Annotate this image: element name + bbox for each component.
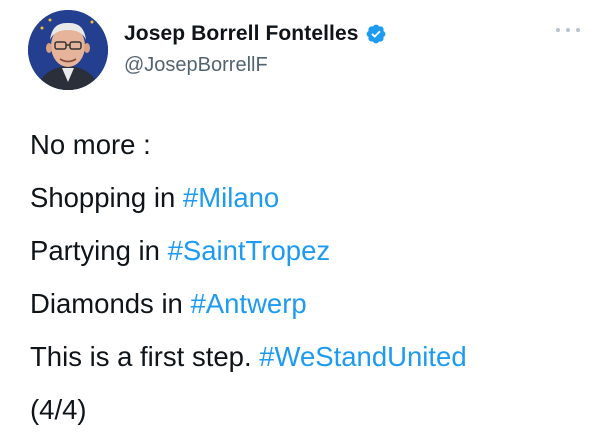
hashtag-link[interactable]: #WeStandUnited — [259, 341, 466, 372]
tweet-text: No more : Shopping in #Milano Partying i… — [30, 118, 580, 436]
tweet-line: No more : — [30, 118, 580, 171]
hashtag-link[interactable]: #Milano — [183, 182, 279, 213]
tweet-line-text: No more : — [30, 129, 151, 160]
author-info: Josep Borrell Fontelles @JosepBorrellF — [124, 20, 387, 77]
tweet-card: Josep Borrell Fontelles @JosepBorrellF N… — [0, 0, 600, 444]
tweet-line-text: Shopping in — [30, 182, 183, 213]
hashtag-link[interactable]: #SaintTropez — [168, 235, 331, 266]
tweet-line: Shopping in #Milano — [30, 171, 580, 224]
verified-badge-icon — [365, 23, 387, 45]
display-name-row: Josep Borrell Fontelles — [124, 20, 387, 48]
avatar[interactable] — [28, 10, 108, 90]
hashtag-link[interactable]: #Antwerp — [191, 288, 307, 319]
tweet-line-text: This is a first step. — [30, 341, 260, 372]
tweet-line: This is a first step. #WeStandUnited — [30, 330, 580, 383]
tweet-line: Diamonds in #Antwerp — [30, 277, 580, 330]
tweet-line-text: Diamonds in — [30, 288, 191, 319]
more-horizontal-icon[interactable] — [556, 22, 580, 38]
display-name[interactable]: Josep Borrell Fontelles — [124, 22, 359, 46]
tweet-line: (4/4) — [30, 383, 580, 436]
tweet-header: Josep Borrell Fontelles @JosepBorrellF — [28, 10, 580, 90]
tweet-line: Partying in #SaintTropez — [30, 224, 580, 277]
tweet-line-text: Partying in — [30, 235, 168, 266]
avatar-portrait-icon — [28, 10, 108, 90]
author-handle[interactable]: @JosepBorrellF — [124, 54, 387, 77]
tweet-line-text: (4/4) — [30, 394, 87, 425]
